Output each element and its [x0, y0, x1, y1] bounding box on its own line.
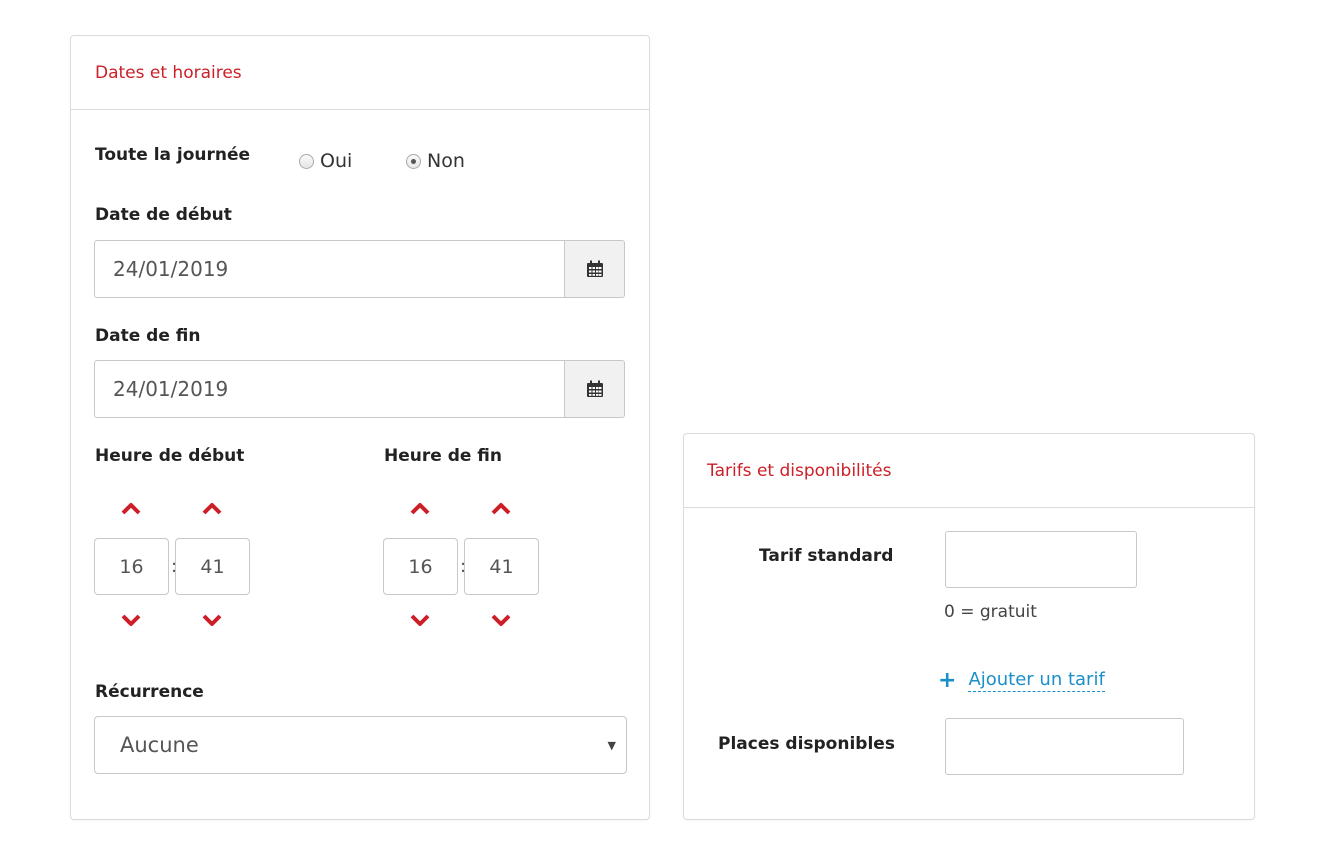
plus-icon: +: [938, 667, 957, 693]
tarifs-panel-title: Tarifs et disponibilités: [707, 460, 892, 481]
start-time-label: Heure de début: [95, 446, 245, 466]
dates-panel-header: Dates et horaires: [71, 36, 649, 110]
start-minute-up-chevron-icon[interactable]: [202, 502, 222, 516]
available-seats-input[interactable]: [946, 719, 1183, 774]
end-hour-down-chevron-icon[interactable]: [410, 613, 430, 627]
standard-price-label: Tarif standard: [759, 546, 894, 566]
end-minute-down-chevron-icon[interactable]: [491, 613, 511, 627]
start-minute-input[interactable]: 41: [175, 538, 250, 595]
caret-down-icon: ▼: [607, 739, 616, 752]
end-date-label: Date de fin: [95, 326, 201, 346]
tarifs-panel-header: Tarifs et disponibilités: [684, 434, 1254, 508]
end-hour-input[interactable]: 16: [383, 538, 458, 595]
dates-panel: Dates et horaires Toute la journée Oui N…: [70, 35, 650, 820]
end-date-input[interactable]: [95, 361, 564, 417]
end-date-group: [94, 360, 625, 418]
start-hour-up-chevron-icon[interactable]: [121, 502, 141, 516]
start-date-label: Date de début: [95, 205, 232, 225]
calendar-icon[interactable]: [564, 361, 624, 417]
all-day-label: Toute la journée: [95, 145, 251, 165]
add-price-link[interactable]: + Ajouter un tarif: [938, 669, 1105, 692]
calendar-icon[interactable]: [564, 241, 624, 297]
tarifs-panel: Tarifs et disponibilités Tarif standard …: [683, 433, 1255, 820]
start-date-input[interactable]: [95, 241, 564, 297]
standard-price-group: €: [945, 531, 1137, 588]
standard-price-hint: 0 = gratuit: [944, 602, 1037, 622]
end-time-label: Heure de fin: [384, 446, 503, 466]
start-minute-down-chevron-icon[interactable]: [202, 613, 222, 627]
radio-oui[interactable]: [299, 153, 314, 169]
start-date-group: [94, 240, 625, 298]
start-hour-input[interactable]: 16: [94, 538, 169, 595]
start-hour-down-chevron-icon[interactable]: [121, 613, 141, 627]
end-minute-up-chevron-icon[interactable]: [491, 502, 511, 516]
radio-oui-label: Oui: [320, 150, 353, 172]
dates-panel-title: Dates et horaires: [95, 62, 242, 83]
available-seats-label: Places disponibles: [718, 734, 895, 754]
end-minute-input[interactable]: 41: [464, 538, 539, 595]
recurrence-selected-value: Aucune: [120, 733, 199, 757]
all-day-oui-option[interactable]: Oui: [299, 150, 352, 172]
recurrence-label: Récurrence: [95, 682, 204, 702]
radio-non[interactable]: [406, 153, 421, 169]
radio-non-label: Non: [427, 150, 465, 172]
standard-price-input[interactable]: [946, 532, 1136, 587]
all-day-non-option[interactable]: Non: [406, 150, 465, 172]
recurrence-select[interactable]: Aucune ▼: [94, 716, 627, 774]
available-seats-group: [945, 718, 1184, 775]
add-price-label: Ajouter un tarif: [968, 669, 1105, 692]
end-hour-up-chevron-icon[interactable]: [410, 502, 430, 516]
